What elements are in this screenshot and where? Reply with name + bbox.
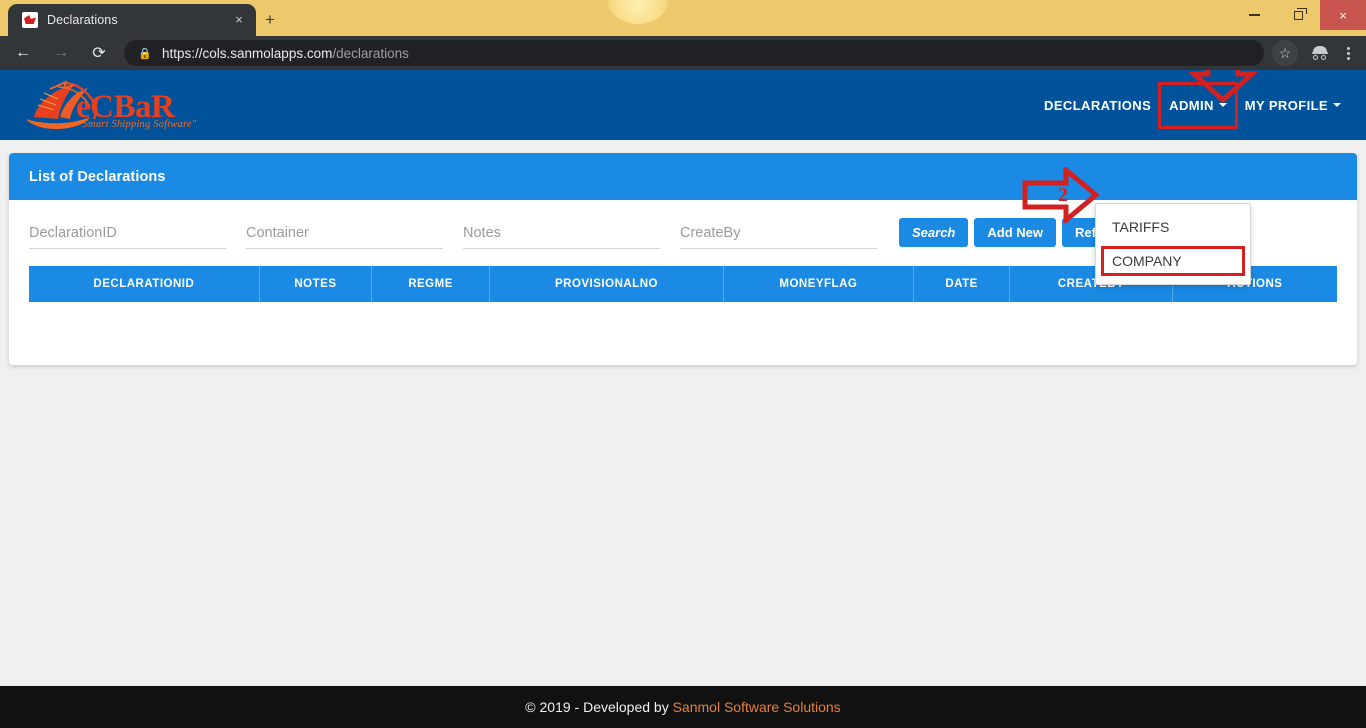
- tab-title: Declarations: [47, 13, 118, 27]
- window-close-icon[interactable]: ×: [1320, 0, 1366, 30]
- brand-logo[interactable]: eCBaR "Smart Shipping Software": [14, 77, 214, 133]
- footer-copyright: © 2019 - Developed by: [525, 699, 673, 715]
- maximize-icon[interactable]: [1276, 0, 1320, 30]
- admin-dropdown-menu: TARIFFS COMPANY: [1095, 203, 1251, 285]
- chevron-down-icon: [1333, 103, 1341, 107]
- nav-link-declarations-label: DECLARATIONS: [1044, 97, 1152, 113]
- column-header-notes[interactable]: NOTES: [259, 266, 373, 302]
- card-header: List of Declarations: [9, 153, 1357, 200]
- page-footer: © 2019 - Developed by Sanmol Software So…: [0, 686, 1366, 728]
- column-header-moneyflag[interactable]: MONEYFLAG: [723, 266, 914, 302]
- nav-link-declarations[interactable]: DECLARATIONS: [1035, 90, 1160, 121]
- page-viewport: eCBaR "Smart Shipping Software" DECLARAT…: [0, 70, 1366, 728]
- search-input-declarationid[interactable]: [29, 221, 226, 249]
- table-body: [29, 302, 1337, 343]
- column-header-declarationid[interactable]: DECLARATIONID: [29, 266, 260, 302]
- field-container: [246, 221, 463, 249]
- close-icon[interactable]: ×: [230, 11, 248, 29]
- incognito-icon[interactable]: [1306, 39, 1334, 67]
- column-header-date[interactable]: DATE: [913, 266, 1011, 302]
- annotation-label-2: 2: [1058, 184, 1068, 206]
- address-bar[interactable]: 🔒 https://cols.sanmolapps.com/declaratio…: [124, 40, 1264, 66]
- lock-icon: 🔒: [138, 47, 152, 60]
- url-origin: https://cols.sanmolapps.com: [162, 45, 333, 61]
- search-button[interactable]: Search: [899, 218, 969, 247]
- search-input-createby[interactable]: [680, 221, 877, 249]
- footer-link[interactable]: Sanmol Software Solutions: [673, 699, 841, 715]
- footer-text: © 2019 - Developed by Sanmol Software So…: [525, 699, 840, 715]
- annotation-arrow-2: 2: [1022, 164, 1100, 228]
- url-text: https://cols.sanmolapps.com/declarations: [162, 46, 409, 61]
- column-header-provisionalno[interactable]: PROVISIONALNO: [489, 266, 725, 302]
- forward-icon[interactable]: →: [46, 38, 76, 68]
- field-declarationid: [29, 221, 246, 249]
- reload-icon[interactable]: ⟳: [84, 38, 114, 68]
- window-controls: ×: [1232, 0, 1366, 30]
- back-icon[interactable]: ←: [8, 38, 38, 68]
- search-input-notes[interactable]: [463, 221, 660, 249]
- dropdown-item-company[interactable]: COMPANY: [1096, 244, 1250, 278]
- titlebar-decoration: [608, 0, 668, 24]
- annotation-arrow-1: 1: [1186, 70, 1260, 109]
- field-notes: [463, 221, 680, 249]
- new-tab-button[interactable]: +: [258, 9, 282, 33]
- ship-favicon: [22, 12, 38, 28]
- dropdown-item-tariffs[interactable]: TARIFFS: [1096, 210, 1250, 244]
- table-empty-row: [29, 302, 1337, 343]
- search-input-container[interactable]: [246, 221, 443, 249]
- app-navbar: eCBaR "Smart Shipping Software" DECLARAT…: [0, 70, 1366, 140]
- browser-titlebar: Declarations × + ×: [0, 0, 1366, 36]
- annotation-label-1: 1: [1216, 70, 1226, 76]
- toolbar-right-icons: ☆: [1272, 39, 1362, 67]
- page-title: List of Declarations: [29, 168, 166, 185]
- three-dot-menu-icon[interactable]: [1334, 39, 1362, 67]
- bookmark-star-icon[interactable]: ☆: [1272, 40, 1298, 66]
- browser-toolbar: ← → ⟳ 🔒 https://cols.sanmolapps.com/decl…: [0, 36, 1366, 70]
- url-path: /declarations: [332, 45, 409, 61]
- field-createby: [680, 221, 897, 249]
- column-header-regme[interactable]: REGME: [371, 266, 490, 302]
- minimize-icon[interactable]: [1232, 0, 1276, 30]
- browser-tab[interactable]: Declarations ×: [8, 4, 256, 36]
- brand-tagline: "Smart Shipping Software": [78, 119, 197, 130]
